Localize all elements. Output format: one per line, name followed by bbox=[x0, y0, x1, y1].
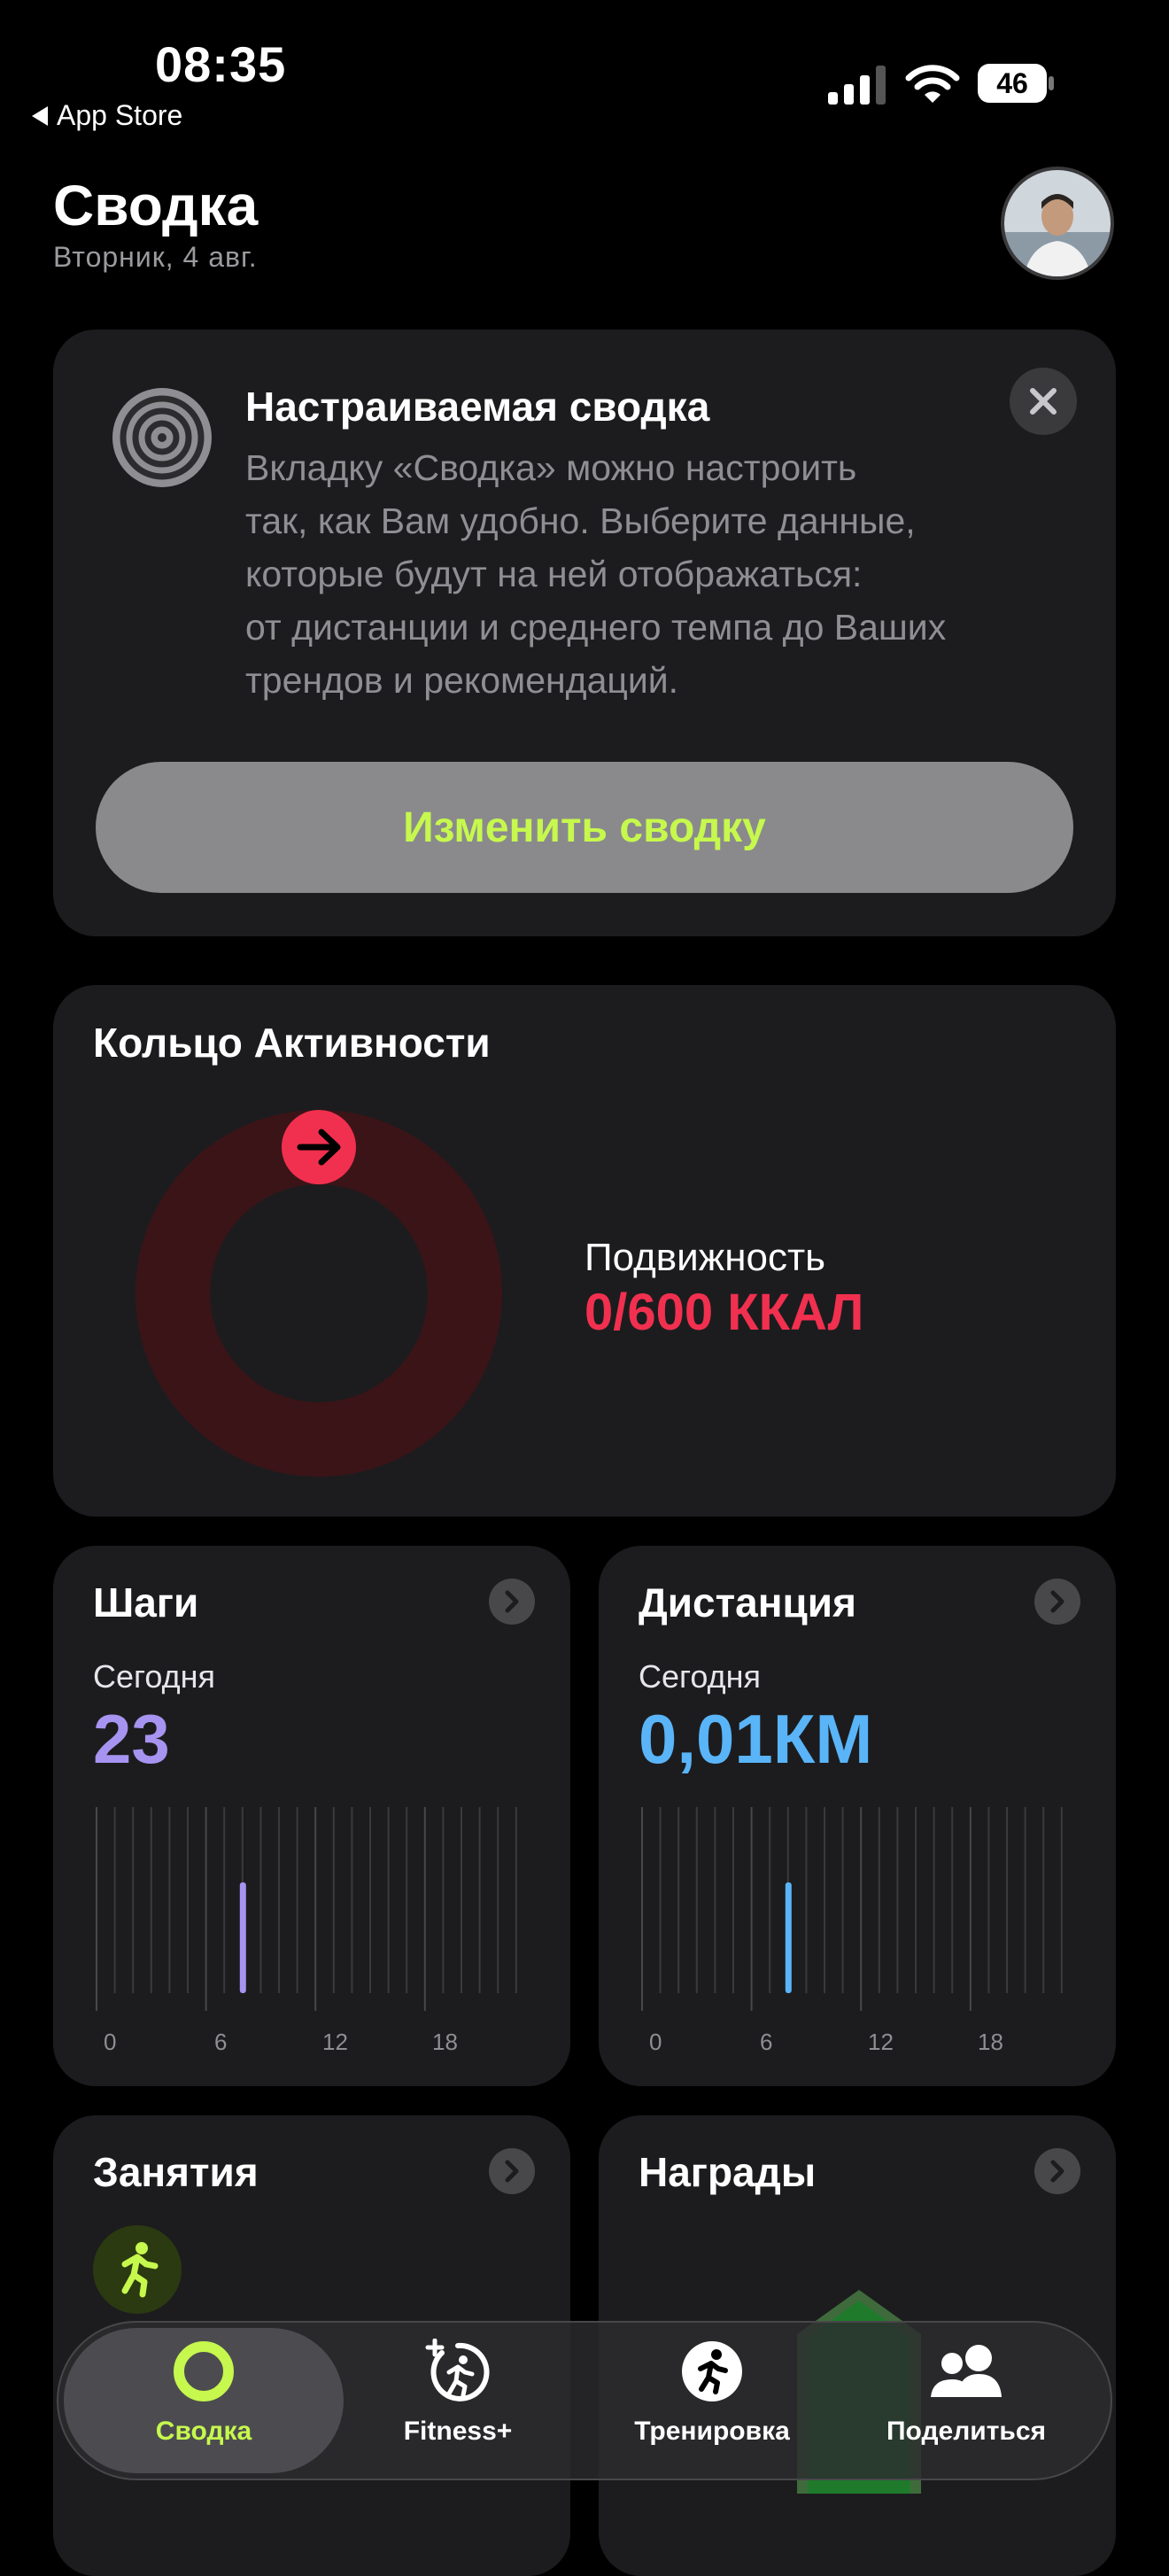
activity-rings-icon bbox=[112, 388, 212, 487]
tab-summary[interactable]: Сводка bbox=[80, 2339, 328, 2471]
distance-today-label: Сегодня bbox=[639, 1658, 761, 1695]
steps-title: Шаги bbox=[93, 1579, 199, 1626]
tab-label: Тренировка bbox=[634, 2417, 790, 2446]
back-triangle-icon bbox=[32, 105, 48, 126]
steps-today-label: Сегодня bbox=[93, 1658, 215, 1695]
awards-chevron-button[interactable] bbox=[1034, 2148, 1080, 2194]
battery-icon: 46 bbox=[978, 64, 1054, 103]
steps-chevron-button[interactable] bbox=[489, 1579, 535, 1625]
tab-label: Fitness+ bbox=[403, 2417, 513, 2446]
hour-bar bbox=[239, 1882, 246, 1993]
cellular-signal-icon bbox=[828, 66, 886, 105]
back-to-app-store-link[interactable]: App Store bbox=[32, 99, 182, 132]
promo-description: Вкладку «Сводка» можно настроить так, ка… bbox=[245, 447, 947, 701]
activity-ring-chart bbox=[135, 1110, 502, 1477]
distance-axis-label: 18 bbox=[978, 2029, 1003, 2055]
distance-chevron-button[interactable] bbox=[1034, 1579, 1080, 1625]
promo-title: Настраиваемая сводка bbox=[245, 384, 710, 430]
distance-hourly-chart bbox=[641, 1807, 1063, 2011]
page-title: Сводка bbox=[53, 174, 259, 237]
move-value: 0/600 ККАЛ bbox=[584, 1284, 864, 1341]
distance-axis-label: 12 bbox=[868, 2029, 894, 2055]
running-icon bbox=[93, 2225, 182, 2314]
running-figure-icon bbox=[682, 2341, 742, 2401]
workouts-chevron-button[interactable] bbox=[489, 2148, 535, 2194]
distance-value: 0,01КМ bbox=[639, 1700, 873, 1778]
tab-share[interactable]: Поделиться bbox=[842, 2339, 1090, 2471]
status-time: 08:35 bbox=[155, 36, 287, 92]
close-icon bbox=[1030, 388, 1057, 415]
tab-workout[interactable]: Тренировка bbox=[588, 2339, 836, 2471]
hour-bar bbox=[785, 1882, 792, 1993]
distance-axis-label: 0 bbox=[649, 2029, 662, 2055]
chevron-right-icon bbox=[1050, 1590, 1064, 1613]
battery-level: 46 bbox=[996, 67, 1028, 99]
avatar-photo bbox=[1004, 170, 1111, 276]
people-icon bbox=[931, 2345, 1002, 2397]
back-label: App Store bbox=[57, 99, 183, 131]
steps-axis-label: 12 bbox=[322, 2029, 348, 2055]
activity-card-title: Кольцо Активности bbox=[93, 1020, 491, 1066]
distance-title: Дистанция bbox=[639, 1579, 856, 1626]
tab-fitness-plus[interactable]: Fitness+ bbox=[334, 2339, 582, 2471]
wifi-icon bbox=[905, 65, 960, 103]
tab-label: Поделиться bbox=[886, 2417, 1047, 2446]
move-ring-track bbox=[135, 1110, 502, 1477]
steps-hourly-chart bbox=[96, 1807, 517, 2011]
profile-avatar[interactable] bbox=[1001, 167, 1114, 280]
distance-axis-label: 6 bbox=[760, 2029, 773, 2055]
workouts-title: Занятия bbox=[93, 2149, 259, 2195]
steps-axis-label: 6 bbox=[214, 2029, 228, 2055]
chevron-right-icon bbox=[505, 1590, 519, 1613]
steps-axis-label: 18 bbox=[432, 2029, 458, 2055]
edit-summary-button[interactable]: Изменить сводку bbox=[96, 762, 1073, 893]
chevron-right-icon bbox=[1050, 2160, 1064, 2183]
tab-label: Сводка bbox=[155, 2417, 252, 2446]
steps-value: 23 bbox=[93, 1700, 170, 1778]
move-label: Подвижность bbox=[584, 1236, 826, 1279]
activity-ring-icon bbox=[174, 2341, 234, 2401]
awards-title: Награды bbox=[639, 2149, 817, 2195]
steps-axis-label: 0 bbox=[104, 2029, 117, 2055]
close-button[interactable] bbox=[1010, 368, 1077, 435]
fitness-plus-icon bbox=[425, 2339, 490, 2401]
page-date: Вторник, 4 авг. bbox=[53, 241, 258, 273]
chevron-right-icon bbox=[505, 2160, 519, 2183]
